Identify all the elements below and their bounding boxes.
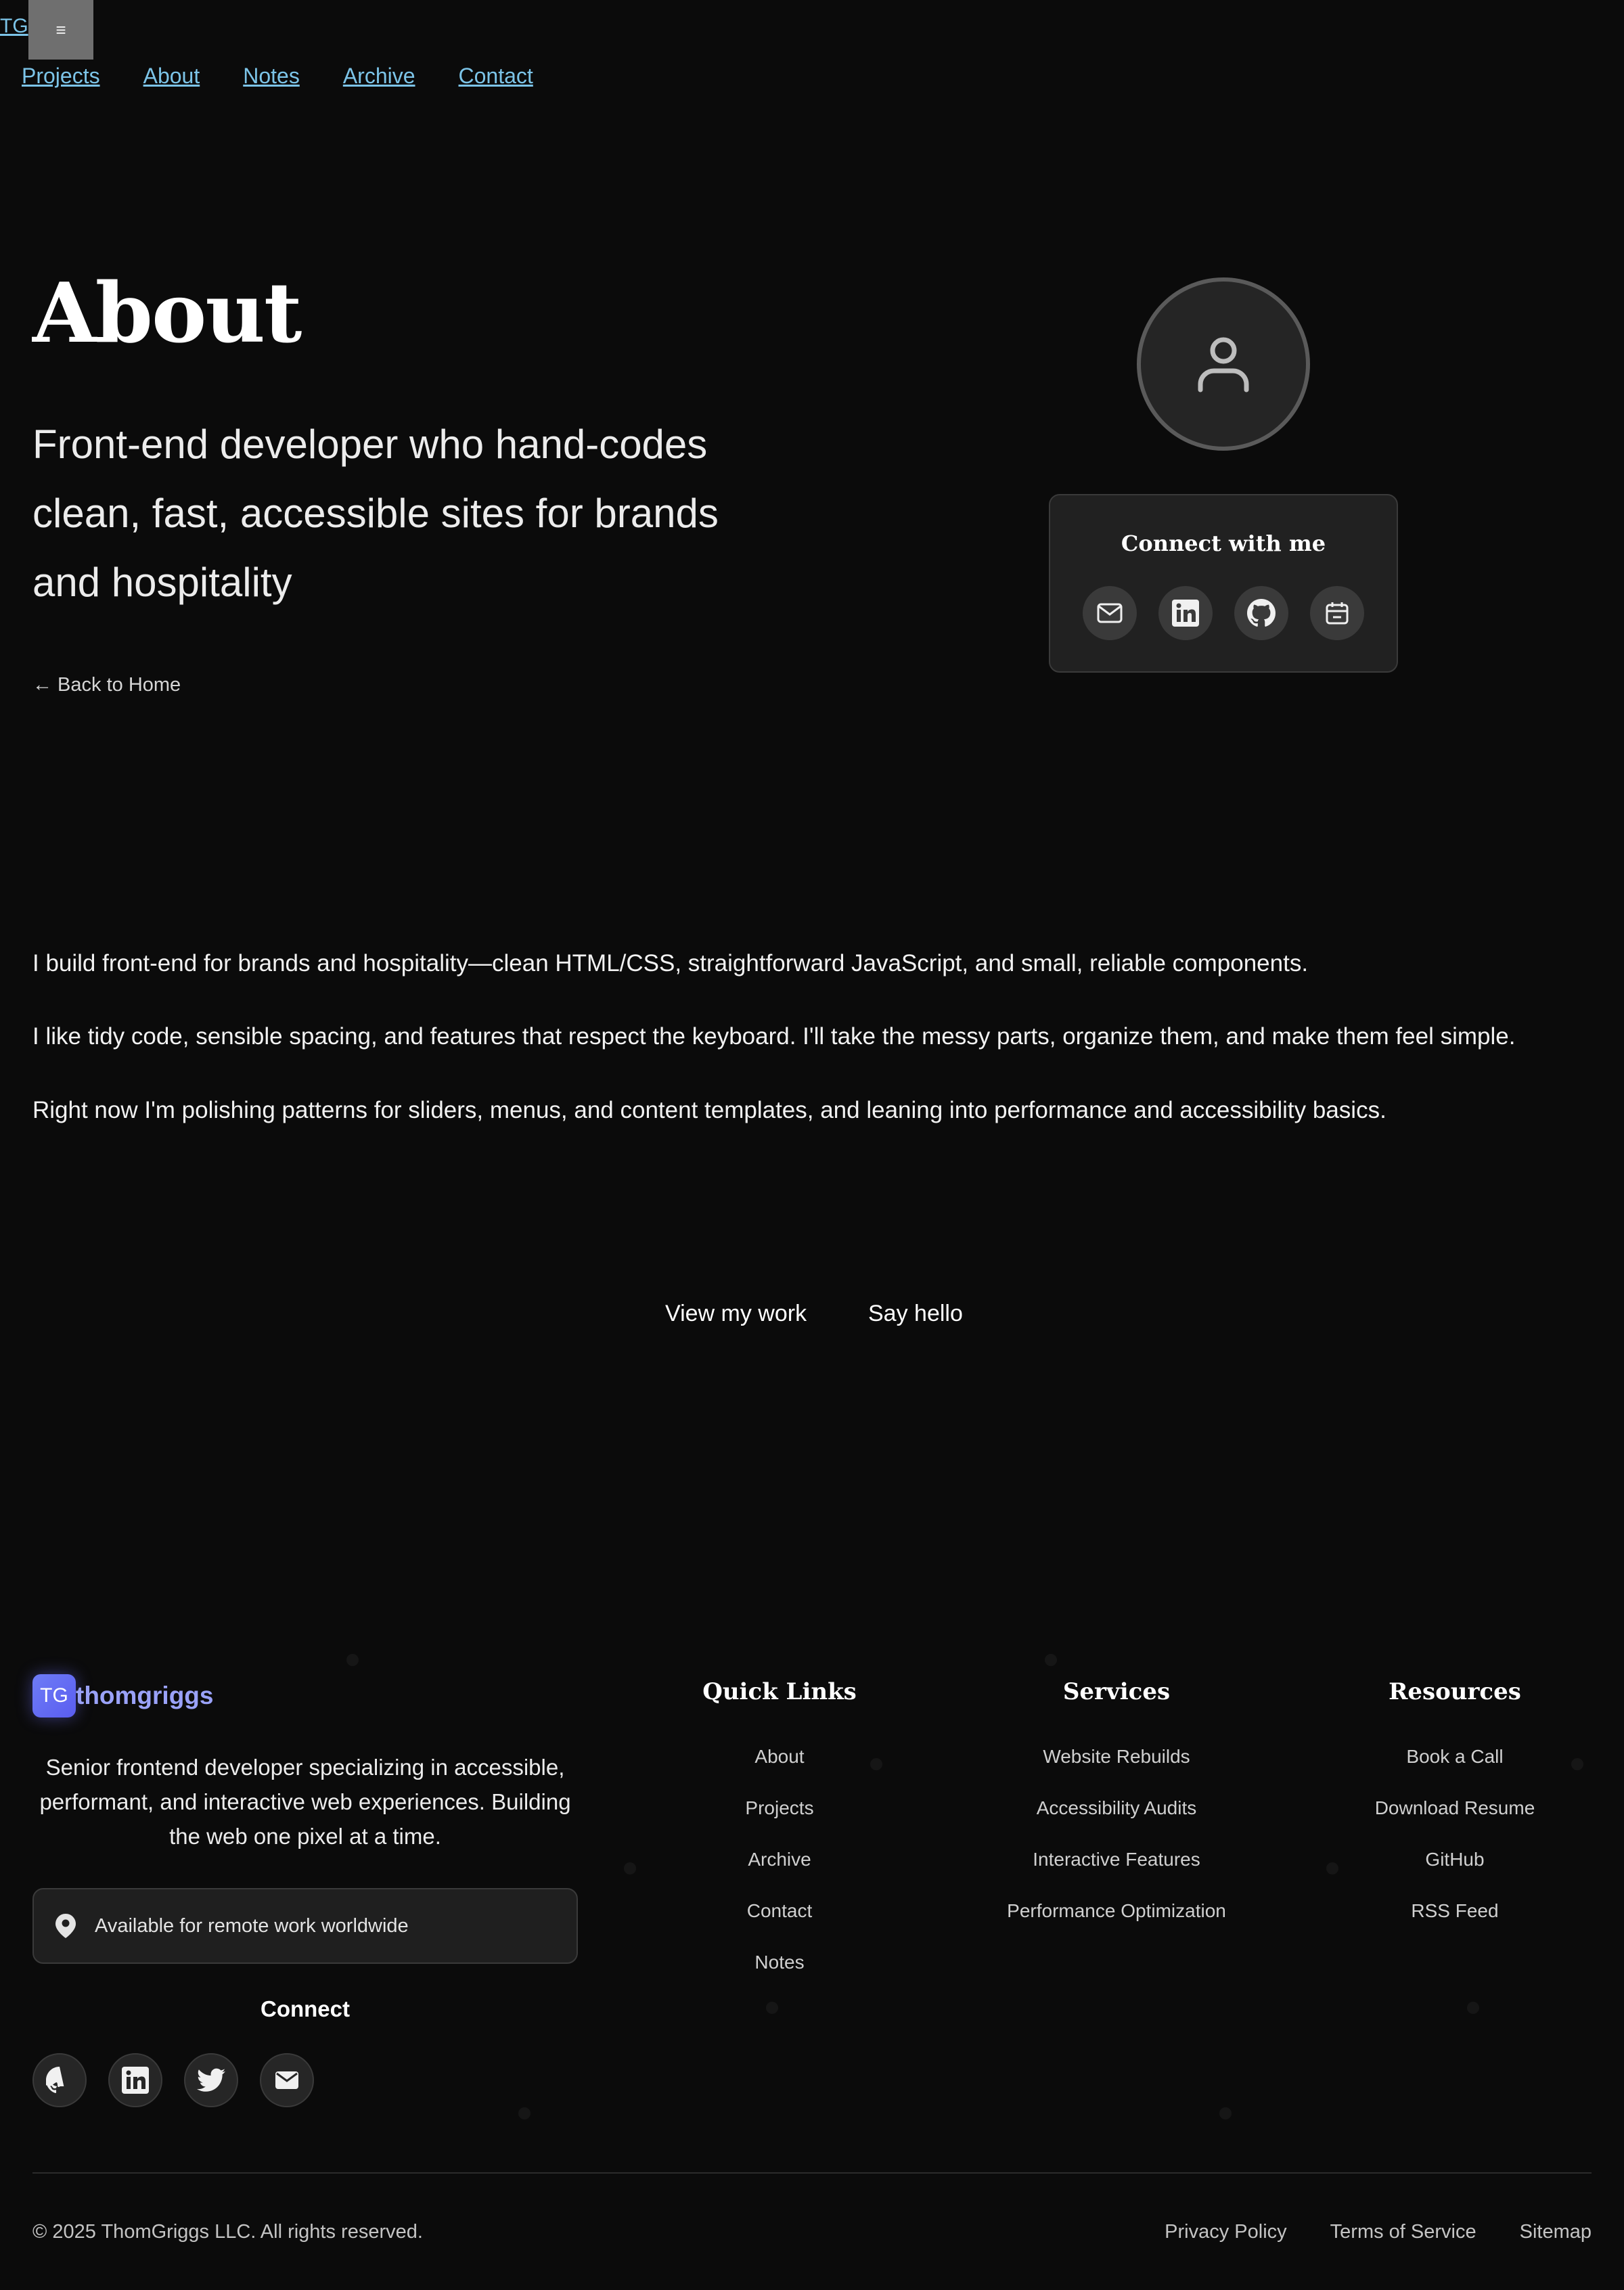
logo-badge: TG (32, 1674, 76, 1718)
footer-link-book-a-call[interactable]: Book a Call (1320, 1731, 1590, 1782)
footer-link-download-resume[interactable]: Download Resume (1320, 1782, 1590, 1834)
terms-of-service-link[interactable]: Terms of Service (1330, 2221, 1476, 2243)
footer-link-notes[interactable]: Notes (644, 1937, 915, 1988)
footer-logo[interactable]: TG thomgriggs (32, 1674, 213, 1718)
footer-link-projects[interactable]: Projects (644, 1782, 915, 1834)
avatar (1137, 277, 1310, 451)
legal-links: Privacy Policy Terms of Service Sitemap (1165, 2221, 1592, 2243)
footer-resources: Resources Book a Call Download Resume Gi… (1320, 1678, 1590, 1937)
decorative-dot (624, 1862, 636, 1874)
github-icon (46, 2067, 64, 2094)
hero-tagline: Front-end developer who hand-codes clean… (32, 422, 719, 605)
footer-link-performance-optimization[interactable]: Performance Optimization (981, 1885, 1252, 1937)
email-button[interactable] (1083, 586, 1137, 640)
say-hello-button[interactable]: Say hello (868, 1301, 963, 1327)
mail-icon (275, 2071, 298, 2089)
footer-link-about[interactable]: About (644, 1731, 915, 1782)
location-badge: Available for remote work worldwide (32, 1888, 578, 1964)
footer-link-accessibility-audits[interactable]: Accessibility Audits (981, 1782, 1252, 1834)
footer-link-website-rebuilds[interactable]: Website Rebuilds (981, 1731, 1252, 1782)
home-logo-link[interactable]: TG (0, 15, 28, 38)
top-navigation: Projects About Notes Archive Contact (22, 64, 533, 89)
user-icon (1198, 337, 1249, 392)
logo-name: thomgriggs (76, 1682, 214, 1709)
about-paragraph-2: I like tidy code, sensible spacing, and … (32, 1023, 1516, 1050)
location-text: Available for remote work worldwide (95, 1914, 409, 1937)
nav-link-notes[interactable]: Notes (243, 64, 300, 89)
connect-card-title: Connect with me (1121, 531, 1326, 556)
schedule-button[interactable] (1310, 586, 1364, 640)
footer-link-contact[interactable]: Contact (644, 1885, 915, 1937)
footer-twitter-button[interactable] (184, 2053, 238, 2107)
footer-social-links (32, 2053, 314, 2107)
menu-toggle-button[interactable]: ≡ (28, 0, 93, 60)
map-pin-icon (55, 1914, 76, 1938)
footer-connect-heading: Connect (261, 1996, 350, 2021)
footer-divider (32, 2172, 1592, 2174)
footer-link-archive[interactable]: Archive (644, 1834, 915, 1885)
github-icon (1247, 599, 1276, 627)
nav-link-projects[interactable]: Projects (22, 64, 100, 89)
hamburger-icon: ≡ (55, 19, 66, 40)
footer-link-interactive-features[interactable]: Interactive Features (981, 1834, 1252, 1885)
linkedin-icon (1172, 600, 1199, 627)
decorative-dot (1045, 1654, 1057, 1666)
services-heading: Services (1062, 1678, 1171, 1705)
nav-link-archive[interactable]: Archive (343, 64, 415, 89)
footer-linkedin-button[interactable] (108, 2053, 162, 2107)
connect-card-icons (1083, 586, 1364, 640)
copyright-text: © 2025 ThomGriggs LLC. All rights reserv… (32, 2221, 423, 2243)
decorative-dot (1467, 2002, 1479, 2014)
connect-card: Connect with me (1049, 494, 1398, 673)
footer-email-button[interactable] (260, 2053, 314, 2107)
resources-heading: Resources (1389, 1678, 1521, 1705)
footer-services: Services Website Rebuilds Accessibility … (981, 1678, 1252, 1937)
nav-link-contact[interactable]: Contact (459, 64, 533, 89)
back-to-home-link[interactable]: ← Back to Home (32, 674, 181, 696)
linkedin-icon (122, 2067, 149, 2094)
footer-description: Senior frontend developer specializing i… (39, 1755, 571, 1849)
footer-github-button[interactable] (32, 2053, 87, 2107)
about-paragraph-1: I build front-end for brands and hospita… (32, 950, 1309, 976)
privacy-policy-link[interactable]: Privacy Policy (1165, 2221, 1287, 2243)
decorative-dot (518, 2107, 531, 2119)
about-paragraph-3: Right now I'm polishing patterns for sli… (32, 1097, 1386, 1123)
decorative-dot (1219, 2107, 1232, 2119)
nav-link-about[interactable]: About (143, 64, 200, 89)
linkedin-button[interactable] (1158, 586, 1213, 640)
decorative-dot (346, 1654, 359, 1666)
quick-links-heading: Quick Links (702, 1678, 857, 1705)
footer-quick-links: Quick Links About Projects Archive Conta… (644, 1678, 915, 1988)
mail-icon (1097, 603, 1123, 623)
github-button[interactable] (1234, 586, 1288, 640)
view-my-work-button[interactable]: View my work (665, 1301, 807, 1327)
page-title: About (32, 264, 302, 361)
footer-link-github[interactable]: GitHub (1320, 1834, 1590, 1885)
twitter-icon (197, 2068, 225, 2092)
footer-link-rss-feed[interactable]: RSS Feed (1320, 1885, 1590, 1937)
calendar-icon (1326, 602, 1349, 625)
decorative-dot (766, 2002, 778, 2014)
sitemap-link[interactable]: Sitemap (1520, 2221, 1592, 2243)
